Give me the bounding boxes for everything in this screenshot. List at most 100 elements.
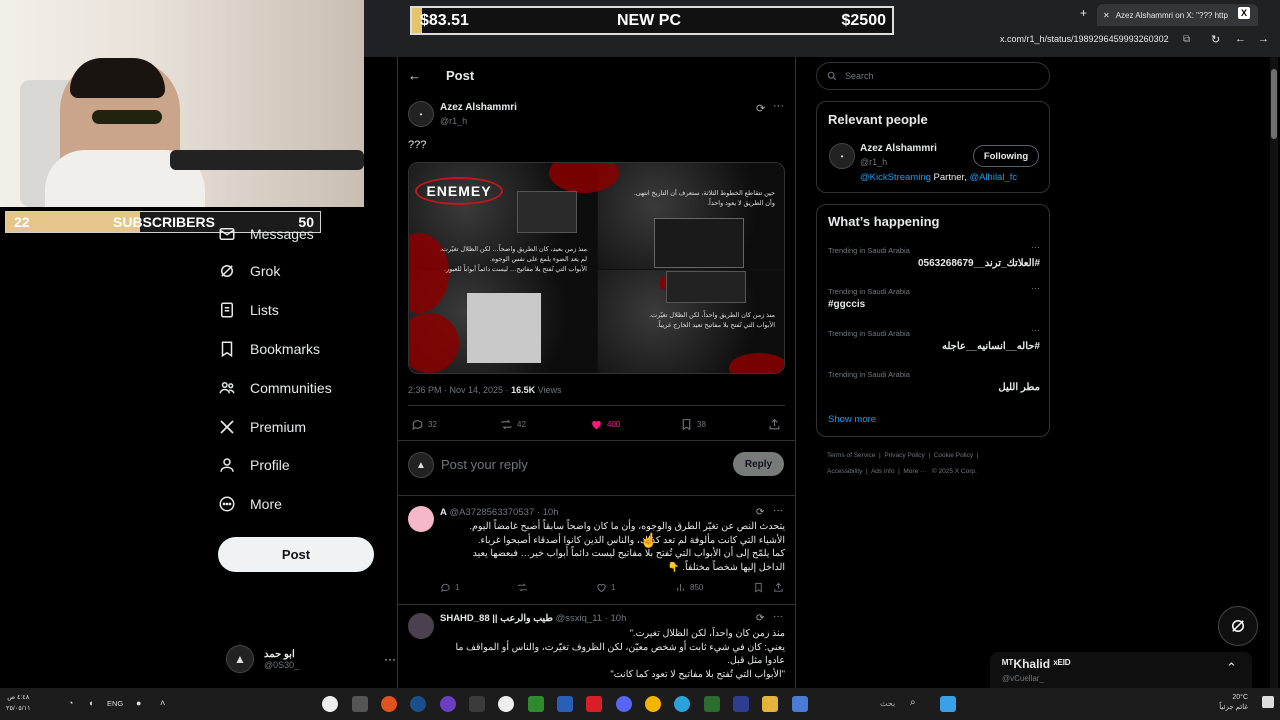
share-action[interactable] [773, 582, 784, 593]
app-icon[interactable] [498, 696, 514, 712]
app-icon[interactable] [352, 696, 368, 712]
reply-input[interactable]: Post your reply [441, 457, 528, 472]
reply-time[interactable]: · 10h [605, 613, 627, 624]
grok-icon[interactable]: ⟳ [756, 102, 765, 115]
bookmark-action[interactable]: 38 [680, 418, 706, 431]
app-icon[interactable] [440, 696, 456, 712]
more-dots-icon[interactable]: ··· [1031, 283, 1040, 293]
nav-profile[interactable]: Profile [218, 453, 290, 477]
app-icon[interactable] [557, 696, 573, 712]
grok-icon[interactable]: ⟳ [756, 507, 764, 518]
mic-icon[interactable]: ● [136, 698, 141, 708]
repost-action[interactable]: 42 [500, 418, 526, 431]
new-tab-icon[interactable]: + [1080, 6, 1087, 20]
reload-icon[interactable]: ↻ [1211, 33, 1220, 46]
more-dots-icon[interactable]: ··· [1031, 325, 1040, 335]
steam-icon[interactable] [410, 696, 426, 712]
xbox-icon[interactable] [528, 696, 544, 712]
page-scrollbar[interactable] [1270, 57, 1278, 688]
more-dots-icon[interactable]: ··· [773, 505, 783, 516]
back-arrow-icon[interactable]: ← [1235, 33, 1246, 45]
author-name[interactable]: Azez Alshammri [440, 102, 517, 113]
bio-link[interactable]: @Alhilal_fc [969, 172, 1017, 183]
weather-widget[interactable]: 20°C غائم جزئياً [1212, 693, 1248, 713]
grok-fab[interactable] [1218, 606, 1258, 646]
footer-link[interactable]: More ··· [903, 468, 926, 475]
share-action[interactable] [768, 418, 781, 431]
nav-lists[interactable]: Lists [218, 298, 279, 322]
more-dots-icon[interactable]: ··· [773, 611, 783, 622]
trend-item[interactable]: Trending in Saudi Arabia #ggccis ··· [828, 283, 1040, 310]
author-avatar[interactable]: • [408, 101, 434, 127]
footer-link[interactable]: Accessibility [827, 468, 862, 475]
app-icon[interactable] [792, 696, 808, 712]
more-dots-icon[interactable]: ··· [1031, 242, 1040, 252]
app-icon[interactable] [733, 696, 749, 712]
address-bar[interactable]: x.com/r1_h/status/1989296459993260302 [1000, 34, 1169, 44]
more-dots-icon[interactable]: ··· [384, 652, 396, 666]
show-more-link[interactable]: Show more [828, 414, 876, 425]
post-button[interactable]: Post [218, 537, 374, 572]
trend-item[interactable]: Trending in Saudi Arabia مطر الليل [828, 370, 1040, 393]
reply-author-handle[interactable]: @ssxiq_11 [556, 613, 602, 624]
reply-author-name[interactable]: SHAHD_88 || طيب والرعب [440, 613, 553, 624]
account-switcher[interactable]: ▲ ابو حمد @0S30_ ··· [226, 644, 396, 674]
trend-item[interactable]: Trending in Saudi Arabia #العلاتك_ترند__… [828, 242, 1040, 269]
more-dots-icon[interactable]: ··· [773, 100, 784, 112]
author-handle[interactable]: @r1_h [440, 116, 467, 126]
like-action[interactable]: 400 [590, 418, 620, 431]
bookmark-action[interactable] [753, 582, 764, 593]
reply-author-name[interactable]: A [440, 507, 447, 518]
forward-arrow-icon[interactable]: → [1258, 33, 1269, 45]
close-icon[interactable]: ✕ [1103, 11, 1110, 20]
nav-premium[interactable]: Premium [218, 415, 306, 439]
nav-grok[interactable]: Grok [218, 259, 280, 283]
wifi-icon[interactable]: ◔ [68, 698, 73, 708]
reply-avatar[interactable] [408, 506, 434, 532]
grok-icon[interactable]: ⟳ [756, 613, 764, 624]
post-image[interactable]: ENEMEY منذ زمن بعيد، كان الطريق واضحاً… … [408, 162, 785, 374]
discord-icon[interactable] [616, 696, 632, 712]
chat-drawer[interactable]: ᴹᵀKhalid ˣᴱᴵᴰ @vCuellar_ ⌃ [990, 652, 1252, 688]
bio-link[interactable]: @KickStreaming [860, 172, 931, 183]
search-input[interactable]: Search [816, 62, 1050, 90]
footer-link[interactable]: Ads info [871, 468, 895, 475]
following-button[interactable]: Following [973, 145, 1039, 167]
nav-bookmarks[interactable]: Bookmarks [218, 337, 320, 361]
trend-item[interactable]: Trending in Saudi Arabia #حاله__انسانيه_… [828, 325, 1040, 352]
repost-action[interactable] [517, 582, 528, 593]
terminal-icon[interactable] [469, 696, 485, 712]
language-indicator[interactable]: ENG [107, 699, 123, 708]
footer-link[interactable]: Privacy Policy [884, 452, 924, 459]
like-action[interactable]: 1 [596, 582, 615, 593]
taskbar-clock[interactable]: ٤:٤٨ ص ٢٥/٠٥/١١ [6, 692, 31, 714]
app-icon[interactable] [381, 696, 397, 712]
folder-icon[interactable] [762, 696, 778, 712]
avatar[interactable]: • [829, 143, 855, 169]
volume-icon[interactable]: ◖ [88, 698, 93, 708]
reply-time[interactable]: · 10h [537, 507, 559, 518]
footer-link[interactable]: Cookie Policy [934, 452, 973, 459]
telegram-icon[interactable] [674, 696, 690, 712]
person-handle[interactable]: @r1_h [860, 157, 887, 167]
views-action[interactable]: 850 [675, 582, 703, 593]
reply-avatar[interactable] [408, 613, 434, 639]
browser-tab[interactable]: ✕ Azez Alshammri on X: "??? http [1097, 4, 1258, 26]
reply-action[interactable]: 1 [440, 582, 459, 593]
footer-link[interactable]: Terms of Service [827, 452, 875, 459]
search-hint[interactable]: بحث [880, 699, 895, 708]
chevron-up-icon[interactable]: ˄ [160, 698, 165, 708]
netflix-icon[interactable] [586, 696, 602, 712]
start-icon[interactable] [940, 696, 956, 712]
post-timestamp[interactable]: 2:36 PM · Nov 14, 2025 · [408, 385, 511, 395]
obs-icon[interactable] [322, 696, 338, 712]
nav-messages[interactable]: Messages [218, 222, 314, 246]
reply-author-handle[interactable]: @A3728563370537 [450, 507, 535, 518]
app-icon[interactable] [704, 696, 720, 712]
expand-chevron-icon[interactable]: ⌃ [1226, 660, 1237, 676]
person-name[interactable]: Azez Alshammri [860, 143, 937, 154]
reply-action[interactable]: 32 [411, 418, 437, 431]
nav-communities[interactable]: Communities [218, 376, 332, 400]
scrollbar-thumb[interactable] [1271, 69, 1277, 139]
search-icon[interactable]: ⌕ [910, 697, 916, 708]
